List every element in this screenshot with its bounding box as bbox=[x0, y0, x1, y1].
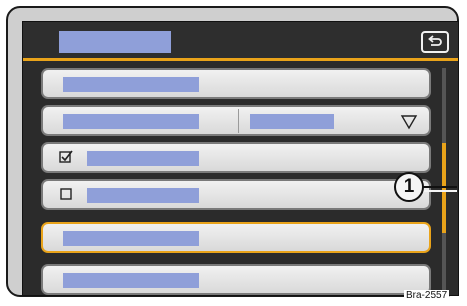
list-item-selected[interactable] bbox=[41, 222, 431, 253]
screen: 1 bbox=[22, 21, 459, 296]
checkbox-checked-icon[interactable] bbox=[59, 150, 73, 164]
header-accent-line bbox=[23, 58, 458, 61]
list-item[interactable] bbox=[41, 68, 431, 99]
back-return-icon bbox=[428, 35, 442, 46]
callout-leader-line bbox=[420, 186, 457, 188]
list-item[interactable] bbox=[41, 264, 431, 295]
item-label-placeholder bbox=[63, 231, 199, 246]
checkbox-unchecked-icon[interactable] bbox=[59, 187, 73, 201]
item-label-placeholder bbox=[63, 77, 199, 92]
item-label-placeholder bbox=[63, 273, 199, 288]
device-frame: 1 bbox=[6, 6, 459, 297]
dropdown-triangle-icon[interactable] bbox=[399, 111, 419, 131]
list-item-checkbox[interactable] bbox=[41, 179, 431, 210]
header-bar bbox=[23, 22, 458, 58]
callout-leader-line-highlight bbox=[420, 190, 457, 192]
dropdown-divider bbox=[238, 109, 239, 133]
item-label-placeholder bbox=[63, 114, 199, 129]
list-item-dropdown[interactable] bbox=[41, 105, 431, 136]
dropdown-value-placeholder bbox=[250, 114, 334, 129]
scrollbar-thumb[interactable] bbox=[442, 143, 446, 233]
callout-marker: 1 bbox=[394, 172, 424, 202]
item-label-placeholder bbox=[87, 188, 199, 203]
list-item-checkbox[interactable] bbox=[41, 142, 431, 173]
figure-reference: Bra-2557 bbox=[404, 290, 450, 303]
back-button[interactable] bbox=[421, 31, 449, 53]
callout-number: 1 bbox=[403, 176, 415, 197]
title-placeholder bbox=[59, 31, 171, 53]
item-label-placeholder bbox=[87, 151, 199, 166]
